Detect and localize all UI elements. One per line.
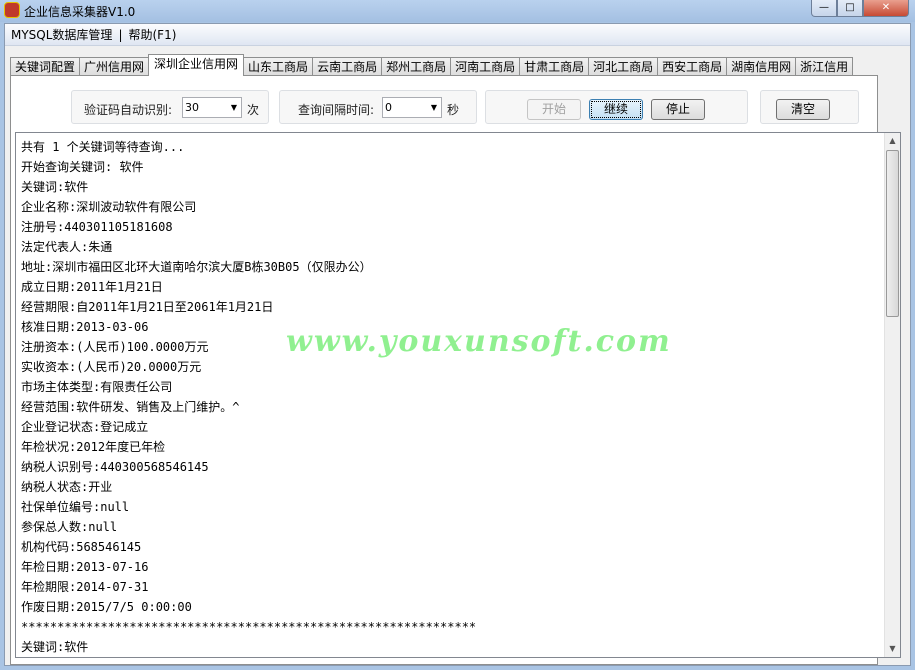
clear-button[interactable]: 清空: [776, 99, 830, 120]
tab-4[interactable]: 云南工商局: [312, 57, 383, 76]
log-line: 实收资本:(人民币)20.0000万元: [21, 360, 202, 374]
tab-3[interactable]: 山东工商局: [243, 57, 314, 76]
scroll-down-icon[interactable]: ▼: [885, 641, 900, 657]
log-line: 市场主体类型:有限责任公司: [21, 380, 173, 394]
interval-unit: 秒: [447, 103, 460, 117]
tab-9[interactable]: 西安工商局: [657, 57, 728, 76]
main-window: MYSQL数据库管理 | 帮助(F1) 关键词配置 广州信用网 深圳企业信用网 山东工…: [4, 23, 911, 666]
tab-1[interactable]: 广州信用网: [79, 57, 150, 76]
menu-help[interactable]: 帮助(F1): [125, 26, 179, 43]
close-button[interactable]: ✕: [863, 0, 909, 17]
log-line: 法定代表人:朱通: [21, 240, 113, 254]
tab-10[interactable]: 湖南信用网: [726, 57, 797, 76]
log-line: 机构代码:568546145: [21, 540, 142, 554]
log-line: 纳税人状态:开业: [21, 480, 113, 494]
log-line: ****************************************…: [21, 620, 477, 634]
log-output[interactable]: 共有 1 个关键词等待查询... 开始查询关键词: 软件 关键词:软件 企业名称:深圳…: [15, 132, 901, 658]
tab-11[interactable]: 浙江信用: [795, 57, 854, 76]
menu-mysql[interactable]: MYSQL数据库管理: [8, 26, 115, 43]
captcha-select[interactable]: 30 ▼: [182, 97, 242, 118]
log-line: 成立日期:2011年1月21日: [21, 280, 163, 294]
log-line: 年检期限:2014-07-31: [21, 580, 149, 594]
log-line: 共有 1 个关键词等待查询...: [21, 140, 185, 154]
log-line: 开始查询关键词: 软件: [21, 160, 144, 174]
app-icon: [4, 2, 20, 18]
log-line: 参保总人数:null: [21, 520, 118, 534]
dropdown-arrow-icon: ▼: [230, 103, 237, 112]
tab-strip: 关键词配置 广州信用网 深圳企业信用网 山东工商局 云南工商局 郑州工商局 河南工商局 甘肃工…: [10, 54, 854, 76]
log-line: 年检日期:2013-07-16: [21, 560, 149, 574]
tab-7[interactable]: 甘肃工商局: [519, 57, 590, 76]
tab-8[interactable]: 河北工商局: [588, 57, 659, 76]
log-line: 纳税人识别号:440300568546145: [21, 460, 209, 474]
log-line: 关键词:软件: [21, 640, 89, 654]
log-line: 地址:深圳市福田区北环大道南哈尔滨大厦B栋30B05（仅限办公）: [21, 260, 372, 274]
continue-button[interactable]: 继续: [589, 99, 643, 120]
log-line: 作废日期:2015/7/5 0:00:00: [21, 600, 192, 614]
minimize-button[interactable]: —: [811, 0, 837, 17]
log-lines: 共有 1 个关键词等待查询... 开始查询关键词: 软件 关键词:软件 企业名称:深圳…: [21, 137, 476, 657]
start-button[interactable]: 开始: [527, 99, 581, 120]
tab-5[interactable]: 郑州工商局: [381, 57, 452, 76]
stop-button[interactable]: 停止: [651, 99, 705, 120]
log-line: 企业名称:深圳波动软件有限公司: [21, 200, 197, 214]
log-line: 注册号:440301105181608: [21, 220, 173, 234]
log-line: 年检状况:2012年度已年检: [21, 440, 166, 454]
title-bar: 企业信息采集器V1.0 — □ ✕: [0, 0, 915, 22]
interval-label: 查询间隔时间:: [298, 103, 375, 117]
tab-0[interactable]: 关键词配置: [10, 57, 81, 76]
log-line: 社保单位编号:null: [21, 500, 130, 514]
scroll-thumb[interactable]: [886, 150, 899, 317]
window-title: 企业信息采集器V1.0: [24, 5, 136, 19]
vertical-scrollbar[interactable]: ▲ ▼: [884, 133, 900, 657]
tab-2[interactable]: 深圳企业信用网: [148, 54, 245, 76]
log-line: 企业登记状态:登记成立: [21, 420, 149, 434]
log-line: 经营范围:软件研发、销售及上门维护。^: [21, 400, 240, 414]
watermark: www.youxunsoft.com: [286, 324, 672, 359]
maximize-button[interactable]: □: [837, 0, 863, 17]
scroll-up-icon[interactable]: ▲: [885, 133, 900, 149]
log-line: 经营期限:自2011年1月21日至2061年1月21日: [21, 300, 274, 314]
menu-bar: MYSQL数据库管理 | 帮助(F1): [5, 24, 910, 46]
captcha-value: 30: [185, 101, 199, 114]
interval-select[interactable]: 0 ▼: [382, 97, 442, 118]
interval-value: 0: [385, 101, 392, 114]
captcha-label: 验证码自动识别:: [84, 103, 173, 117]
log-line: 关键词:软件: [21, 180, 89, 194]
menu-separator: |: [118, 27, 123, 42]
dropdown-arrow-icon: ▼: [430, 103, 437, 112]
captcha-unit: 次: [247, 103, 260, 117]
tab-6[interactable]: 河南工商局: [450, 57, 521, 76]
